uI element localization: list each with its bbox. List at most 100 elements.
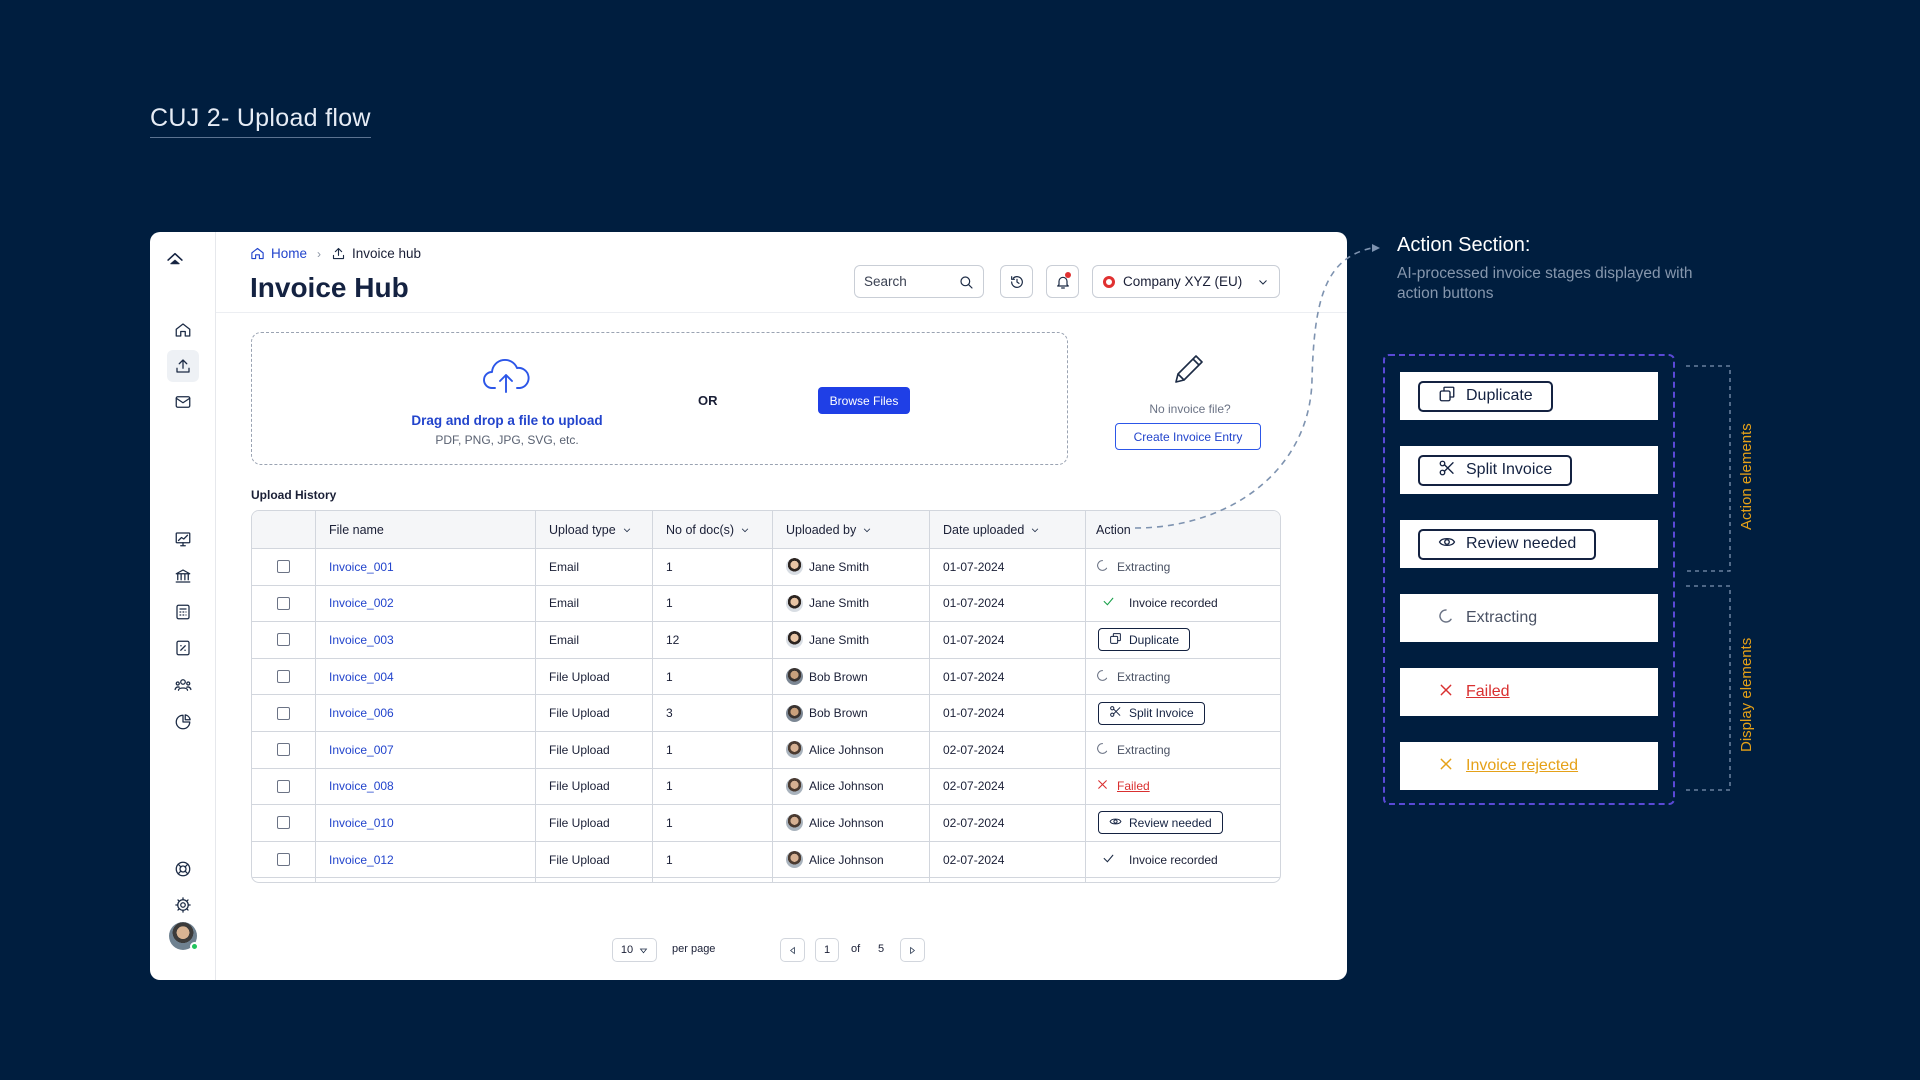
upload-type-cell: Email xyxy=(536,622,653,658)
breadcrumb-home-label: Home xyxy=(271,246,308,261)
doc-count: 12 xyxy=(666,632,680,647)
action-elements-label: Action elements xyxy=(1738,423,1755,530)
row-checkbox[interactable] xyxy=(277,596,290,610)
split-invoice-button[interactable]: Split Invoice xyxy=(1418,454,1573,486)
chevron-down-icon xyxy=(623,527,630,532)
action-section-item: Duplicate xyxy=(1400,372,1658,420)
date-cell: 02-07-2024 xyxy=(930,731,1086,768)
nav-reports-icon[interactable] xyxy=(167,523,199,555)
status-failed[interactable]: Failed xyxy=(1096,778,1150,794)
user-avatar xyxy=(786,741,803,759)
upload-type: File Upload xyxy=(549,852,610,867)
user-avatar[interactable] xyxy=(169,922,199,951)
file-dropzone[interactable]: Drag and drop a file to upload PDF, PNG,… xyxy=(251,332,1068,465)
row-checkbox[interactable] xyxy=(277,633,290,647)
row-checkbox[interactable] xyxy=(277,743,290,757)
uploaded-by-cell: Jane Smith xyxy=(773,549,930,585)
file-name-link[interactable]: Invoice_012 xyxy=(329,853,394,867)
row-checkbox[interactable] xyxy=(277,853,290,867)
uploaded-by-cell: Alice Johnson xyxy=(773,768,930,805)
nav-mail-icon[interactable] xyxy=(167,386,199,418)
status-label: Duplicate xyxy=(1129,632,1180,647)
action-section-description: AI-processed invoice stages displayed wi… xyxy=(1397,265,1693,302)
notifications-button[interactable] xyxy=(1046,265,1079,298)
upload-type-cell: File Upload xyxy=(536,805,653,841)
x-icon xyxy=(1096,778,1109,794)
review-needed-button[interactable]: Review needed xyxy=(1098,811,1223,835)
duplicate-button[interactable]: Duplicate xyxy=(1098,628,1191,652)
col-doc-count[interactable]: No of doc(s) xyxy=(653,511,773,548)
table-row: Invoice_007 File Upload 1 Alice Johnson 02-0… xyxy=(252,731,1280,769)
col-file-name: File name xyxy=(316,511,536,548)
row-checkbox[interactable] xyxy=(277,816,290,830)
next-page-button[interactable] xyxy=(900,938,925,962)
duplicate-icon xyxy=(1438,385,1456,408)
file-name-link[interactable]: Invoice_001 xyxy=(329,560,394,574)
page-number-input[interactable]: 1 xyxy=(815,938,839,962)
row-checkbox-cell xyxy=(252,585,316,622)
review-needed-button[interactable]: Review needed xyxy=(1418,528,1597,560)
status-failed[interactable]: Failed xyxy=(1418,682,1510,703)
date-cell: 01-07-2024 xyxy=(930,695,1086,731)
nav-upload-icon[interactable] xyxy=(167,350,199,382)
breadcrumb-home[interactable]: Home xyxy=(250,246,307,261)
nav-analytics-icon[interactable] xyxy=(167,706,199,738)
col-uploaded-by[interactable]: Uploaded by xyxy=(773,511,930,548)
per-page-select[interactable]: 10 xyxy=(612,938,657,962)
display-elements-label: Display elements xyxy=(1738,637,1755,752)
settings-gear-icon[interactable] xyxy=(167,889,199,921)
row-checkbox[interactable] xyxy=(277,670,290,684)
date-cell: 02-07-2024 xyxy=(930,805,1086,841)
col-upload-type[interactable]: Upload type xyxy=(536,511,653,548)
history-button[interactable] xyxy=(1000,265,1033,298)
upload-type-cell: File Upload xyxy=(536,658,653,695)
no-invoice-text: No invoice file? xyxy=(1149,402,1231,416)
file-name-link[interactable]: Invoice_004 xyxy=(329,670,394,684)
status-rejected[interactable]: Invoice rejected xyxy=(1418,756,1578,777)
create-invoice-entry-button[interactable]: Create Invoice Entry xyxy=(1115,423,1261,450)
uploader-name: Bob Brown xyxy=(809,706,868,721)
action-section-title: Action Section: xyxy=(1397,234,1531,256)
or-separator: OR xyxy=(698,393,718,408)
table-header: File name Upload type No of doc(s) Uploa… xyxy=(252,511,1280,549)
help-icon[interactable] xyxy=(167,853,199,885)
nav-bank-icon[interactable] xyxy=(167,560,199,592)
file-name-link[interactable]: Invoice_002 xyxy=(329,596,394,610)
browse-files-button[interactable]: Browse Files xyxy=(818,387,910,414)
row-checkbox-cell xyxy=(252,549,316,585)
nav-tax-icon[interactable] xyxy=(167,632,199,664)
date-cell: 01-07-2024 xyxy=(930,585,1086,622)
status-label: Invoice recorded xyxy=(1129,596,1218,611)
file-name-link[interactable]: Invoice_008 xyxy=(329,779,394,793)
date-uploaded: 02-07-2024 xyxy=(943,815,1005,830)
duplicate-button[interactable]: Duplicate xyxy=(1418,380,1553,412)
col-date-uploaded[interactable]: Date uploaded xyxy=(930,511,1086,548)
file-name-link[interactable]: Invoice_010 xyxy=(329,816,394,830)
file-name-link[interactable]: Invoice_007 xyxy=(329,743,394,757)
col-action: Action xyxy=(1086,511,1280,548)
row-checkbox-cell xyxy=(252,731,316,768)
uploader-name: Jane Smith xyxy=(809,632,870,647)
table-row: Invoice_002 Email 1 Jane Smith 01-07-2024 Inv… xyxy=(252,585,1280,623)
action-cell: Extracting xyxy=(1086,659,1280,695)
item-label: Duplicate xyxy=(1466,387,1533,404)
search-input[interactable]: Search xyxy=(854,265,984,298)
split-invoice-button[interactable]: Split Invoice xyxy=(1098,701,1205,725)
nav-calculator-icon[interactable] xyxy=(167,596,199,628)
file-name-link[interactable]: Invoice_003 xyxy=(329,633,394,647)
prev-page-button[interactable] xyxy=(780,938,805,962)
table-row: Invoice_012File Upload1Alice Johnson02-0… xyxy=(252,841,1280,879)
nav-team-icon[interactable] xyxy=(167,669,199,701)
company-selector[interactable]: Company XYZ (EU) xyxy=(1092,265,1280,298)
file-name-link[interactable]: Invoice_006 xyxy=(329,706,394,720)
upload-type-cell: File Upload xyxy=(536,878,653,882)
dropzone-title: Drag and drop a file to upload xyxy=(411,413,603,428)
nav-home-icon[interactable] xyxy=(167,314,199,346)
status-extracting: Extracting xyxy=(1096,559,1170,575)
doc-count: 3 xyxy=(666,706,673,721)
row-checkbox[interactable] xyxy=(277,779,290,793)
doc-count-cell: 1 xyxy=(653,585,773,622)
row-checkbox[interactable] xyxy=(277,706,290,720)
date-cell: 02-07-2024 xyxy=(930,841,1086,878)
row-checkbox[interactable] xyxy=(277,560,290,574)
